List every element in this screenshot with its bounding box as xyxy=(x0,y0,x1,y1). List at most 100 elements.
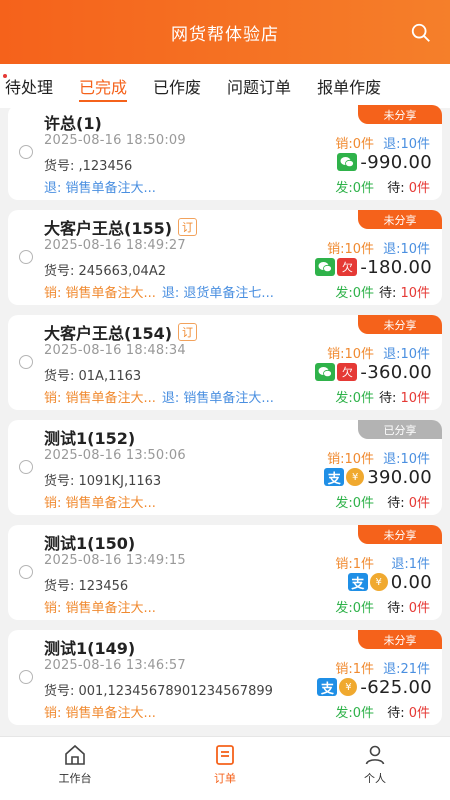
order-remark: 销: 销售单备注大... xyxy=(44,492,156,511)
alipay-icon: 支 xyxy=(347,573,368,592)
sale-count: 销:10件 xyxy=(327,347,374,362)
shipped-count: 发:0件 xyxy=(335,496,374,511)
pending-count: 待: 0件 xyxy=(387,492,430,511)
customer-name-text: 许总(1) xyxy=(44,114,102,133)
pending-count: 待: 10件 xyxy=(379,282,430,301)
sale-count: 销:1件 xyxy=(335,662,374,677)
order-card[interactable]: 未分享 大客户王总(154) 订 2025-08-16 18:48:34 货号: … xyxy=(8,315,442,410)
goods-number: 货号: ,123456 xyxy=(44,159,133,174)
shipped-count: 发:0件 xyxy=(335,706,374,721)
amount-row: 支 ¥ -625.00 xyxy=(315,676,432,698)
order-amount: -180.00 xyxy=(360,256,432,278)
shipped-count: 发:0件 xyxy=(335,286,374,301)
return-remark: 退: 销售单备注大... xyxy=(161,391,274,406)
tabbar-label: 订单 xyxy=(214,772,236,785)
cash-icon: ¥ xyxy=(346,468,365,486)
customer-name-text: 测试1(150) xyxy=(44,534,136,553)
order-card[interactable]: 未分享 许总(1) 2025-08-16 18:50:09 货号: ,12345… xyxy=(8,105,442,200)
pending-value: 0件 xyxy=(408,181,430,196)
amount-row: 支 ¥ 390.00 xyxy=(322,466,432,488)
pending-count: 待: 0件 xyxy=(387,177,430,196)
order-tag-icon: 订 xyxy=(178,218,198,236)
home-icon xyxy=(65,744,85,765)
cash-icon: ¥ xyxy=(369,573,388,591)
pending-value: 0件 xyxy=(408,601,430,616)
order-time: 2025-08-16 18:48:34 xyxy=(44,343,186,358)
customer-name: 测试1(152) xyxy=(44,425,135,449)
return-count: 退:1件 xyxy=(391,557,430,572)
pending-label: 待: xyxy=(378,286,401,301)
search-icon[interactable] xyxy=(410,22,432,44)
share-status-badge: 已分享 xyxy=(358,420,442,439)
sale-remark: 销: 销售单备注大... xyxy=(44,286,156,301)
order-remark: 销: 销售单备注大... 退: 销售单备注大... xyxy=(44,387,274,406)
share-status-badge: 未分享 xyxy=(358,105,442,124)
order-amount: -990.00 xyxy=(360,151,432,173)
pending-label: 待: xyxy=(378,391,401,406)
order-tag-icon: 订 xyxy=(178,323,198,341)
app-header: 网货帮体验店 xyxy=(0,0,450,64)
alipay-icon: 支 xyxy=(317,678,338,697)
order-card[interactable]: 未分享 测试1(149) 2025-08-16 13:46:57 货号: 001… xyxy=(8,630,442,725)
goods-number: 货号: 245663,04A2 xyxy=(44,264,166,279)
sale-remark: 销: 销售单备注大... xyxy=(44,601,156,616)
pending-label: 待: xyxy=(387,601,409,616)
tabbar-orders[interactable]: 订单 xyxy=(150,737,300,800)
pending-value: 0件 xyxy=(408,496,430,511)
order-card[interactable]: 未分享 大客户王总(155) 订 2025-08-16 18:49:27 货号: … xyxy=(8,210,442,305)
pending-label: 待: xyxy=(387,496,409,511)
customer-name-text: 测试1(149) xyxy=(44,639,136,658)
alipay-icon: 支 xyxy=(324,468,345,487)
tab-label: 已作废 xyxy=(153,78,202,97)
pending-value: 0件 xyxy=(408,706,430,721)
unread-dot xyxy=(3,74,7,78)
select-radio[interactable] xyxy=(19,460,33,474)
share-status-badge: 未分享 xyxy=(358,630,442,649)
shipped-count: 发:0件 xyxy=(335,391,374,406)
sale-count: 销:10件 xyxy=(327,452,374,467)
return-count: 退:10件 xyxy=(383,242,430,257)
return-count: 退:10件 xyxy=(383,452,430,467)
sale-remark: 销: 销售单备注大... xyxy=(44,706,156,721)
order-amount: -625.00 xyxy=(360,676,432,698)
order-amount: -360.00 xyxy=(360,361,432,383)
sale-count: 销:10件 xyxy=(327,242,374,257)
customer-name: 测试1(149) xyxy=(44,635,135,659)
pending-count: 待: 0件 xyxy=(387,702,430,721)
pending-count: 待: 0件 xyxy=(387,597,430,616)
select-radio[interactable] xyxy=(19,355,33,369)
bottom-tab-bar: 工作台 订单 个人 xyxy=(0,736,450,800)
tabbar-personal[interactable]: 个人 xyxy=(300,737,450,800)
order-amount: 390.00 xyxy=(367,466,432,488)
wechat-pay-icon xyxy=(315,258,336,276)
debt-icon: 欠 xyxy=(337,258,358,276)
order-card[interactable]: 未分享 测试1(150) 2025-08-16 13:49:15 货号: 123… xyxy=(8,525,442,620)
wechat-pay-icon xyxy=(315,363,336,381)
select-radio[interactable] xyxy=(19,145,33,159)
select-radio[interactable] xyxy=(19,565,33,579)
order-remark: 退: 销售单备注大... xyxy=(44,177,156,196)
select-radio[interactable] xyxy=(19,670,33,684)
sale-remark: 销: 销售单备注大... xyxy=(44,496,156,511)
amount-row: 欠 -360.00 xyxy=(313,361,432,383)
tab-label: 已完成 xyxy=(79,78,128,97)
customer-name: 测试1(150) xyxy=(44,530,135,554)
customer-name-text: 测试1(152) xyxy=(44,429,136,448)
customer-name: 大客户王总(154) 订 xyxy=(44,320,198,344)
wechat-pay-icon xyxy=(337,153,358,171)
order-card[interactable]: 已分享 测试1(152) 2025-08-16 13:50:06 货号: 109… xyxy=(8,420,442,515)
tab-label: 问题订单 xyxy=(227,78,292,97)
goods-number: 货号: 01A,1163 xyxy=(44,369,142,384)
return-remark: 退: 退货单备注七... xyxy=(161,286,274,301)
amount-row: -990.00 xyxy=(335,151,432,173)
sale-count: 销:1件 xyxy=(335,557,374,572)
select-radio[interactable] xyxy=(19,250,33,264)
tab-label: 报单作废 xyxy=(317,78,382,97)
return-count: 退:21件 xyxy=(383,662,430,677)
order-amount: 0.00 xyxy=(390,571,432,593)
debt-icon: 欠 xyxy=(337,363,358,381)
order-time: 2025-08-16 18:50:09 xyxy=(44,133,186,148)
order-list: 未分享 许总(1) 2025-08-16 18:50:09 货号: ,12345… xyxy=(0,100,450,736)
tabbar-workbench[interactable]: 工作台 xyxy=(0,737,150,800)
pending-value: 10件 xyxy=(400,391,430,406)
